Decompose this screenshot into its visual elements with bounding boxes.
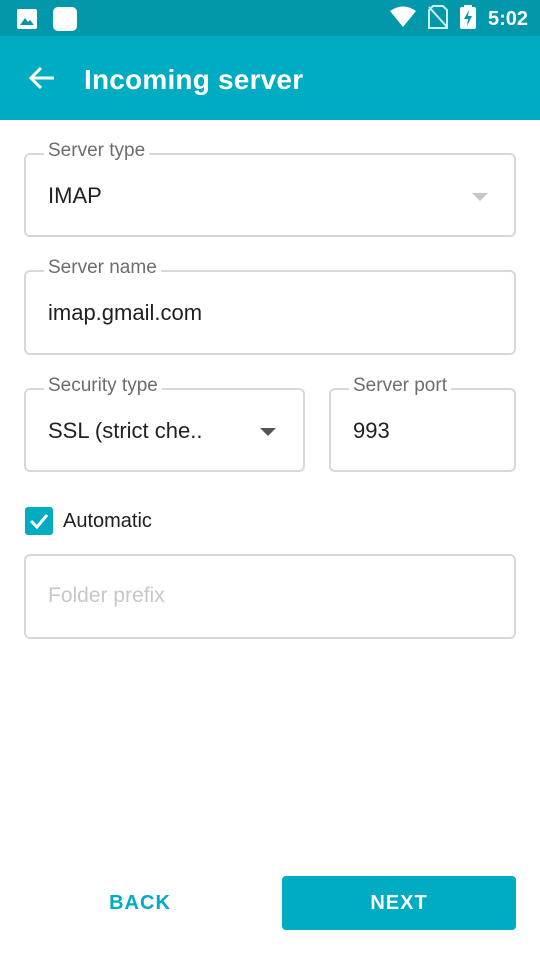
security-type-value: SSL (strict che..: [48, 418, 203, 443]
next-button[interactable]: NEXT: [282, 876, 516, 930]
chevron-down-icon: [472, 193, 488, 201]
battery-charging-icon: [459, 5, 476, 34]
server-port-label: Server port: [349, 375, 451, 397]
square-app-icon: [52, 6, 78, 37]
server-port-field[interactable]: Server port 993: [329, 375, 516, 472]
folder-prefix-placeholder: Folder prefix: [48, 584, 165, 607]
server-type-value: IMAP: [48, 183, 102, 208]
server-type-label: Server type: [44, 140, 150, 162]
wifi-icon: [389, 6, 416, 33]
back-button[interactable]: BACK: [60, 876, 220, 930]
status-time: 5:02: [487, 8, 528, 30]
checkmark-icon: [29, 514, 49, 530]
server-port-value: 993: [353, 418, 390, 443]
automatic-checkbox[interactable]: [25, 507, 53, 535]
page-title: Incoming server: [84, 64, 304, 95]
image-icon: [16, 8, 38, 35]
automatic-label: Automatic: [63, 510, 152, 532]
security-type-dropdown[interactable]: Security type SSL (strict che..: [24, 375, 305, 472]
server-name-label: Server name: [44, 257, 161, 279]
status-bar: 5:02: [0, 0, 540, 36]
folder-prefix-field[interactable]: Folder prefix: [24, 554, 516, 639]
security-type-label: Security type: [44, 375, 162, 397]
arrow-left-icon[interactable]: [28, 64, 56, 92]
chevron-down-icon: [260, 428, 276, 436]
server-type-dropdown[interactable]: Server type IMAP: [24, 140, 516, 237]
server-name-value: imap.gmail.com: [48, 300, 203, 325]
no-sim-icon: [427, 5, 448, 34]
app-bar: Incoming server: [0, 36, 540, 120]
server-name-field[interactable]: Server name imap.gmail.com: [24, 257, 516, 355]
